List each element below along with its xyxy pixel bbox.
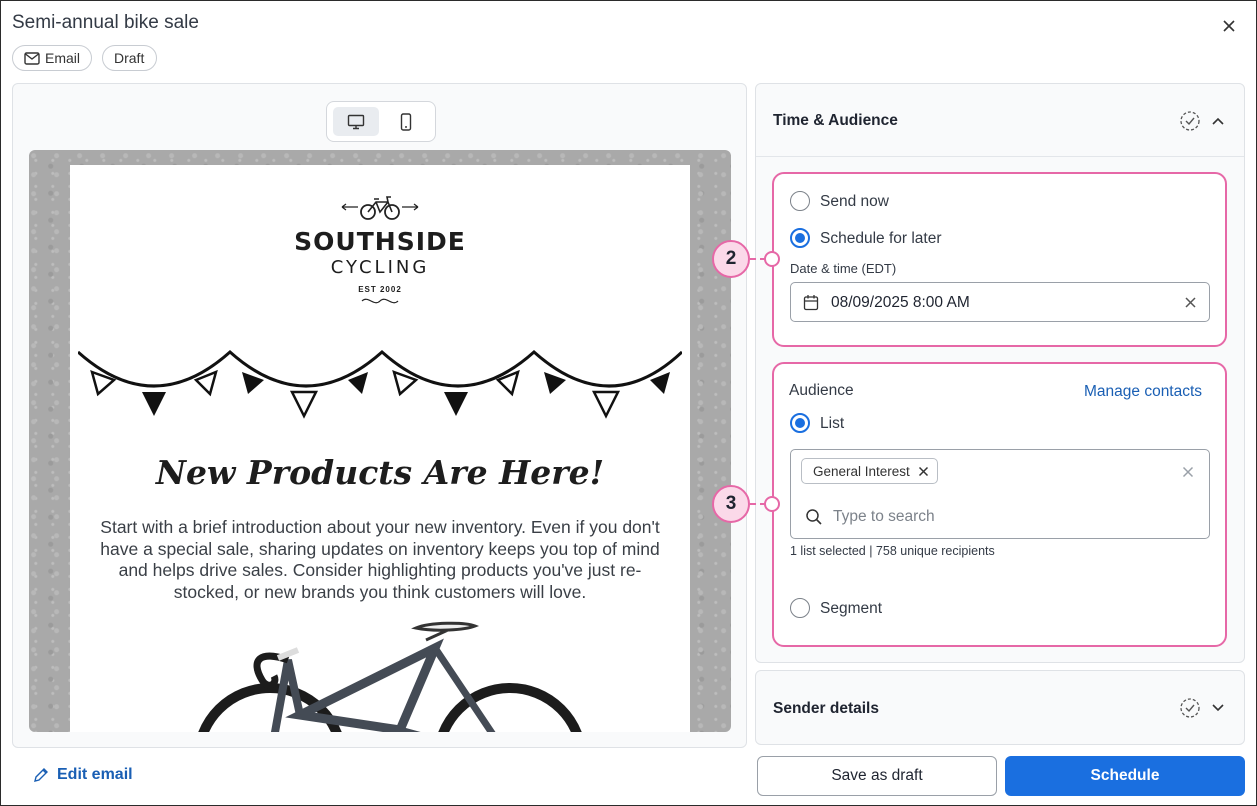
page-title: Semi-annual bike sale xyxy=(12,12,199,33)
list-radio-label: List xyxy=(820,415,845,432)
schedule-later-radio[interactable] xyxy=(790,228,810,248)
schedule-later-label: Schedule for later xyxy=(820,230,942,247)
road-bike-image xyxy=(198,621,582,732)
date-time-value: 08/09/2025 8:00 AM xyxy=(831,294,970,311)
segment-label: Segment xyxy=(820,600,883,617)
check-circle-icon xyxy=(1180,111,1200,131)
sender-details-title: Sender details xyxy=(773,700,879,717)
email-preview-panel: SOUTHSIDE CYCLING EST 2002 New Products … xyxy=(12,83,747,748)
segment-radio[interactable] xyxy=(790,598,810,618)
list-tag: General Interest xyxy=(801,458,938,484)
callout-anchor xyxy=(764,251,780,267)
manage-contacts-link[interactable]: Manage contacts xyxy=(1084,383,1202,401)
send-now-label: Send now xyxy=(820,193,889,210)
email-body-text: Start with a brief introduction about yo… xyxy=(100,517,660,602)
check-circle-icon xyxy=(1180,698,1200,718)
calendar-icon xyxy=(803,295,819,311)
save-draft-button[interactable]: Save as draft xyxy=(757,756,997,796)
type-chip: Email xyxy=(12,45,92,71)
date-time-label: Date & time (EDT) xyxy=(790,261,897,276)
pencil-icon xyxy=(34,768,48,782)
remove-tag-icon[interactable] xyxy=(918,466,929,477)
email-canvas: SOUTHSIDE CYCLING EST 2002 New Products … xyxy=(70,165,690,732)
callout-anchor xyxy=(764,496,780,512)
status-chip: Draft xyxy=(102,45,157,71)
list-search-input[interactable]: Type to search xyxy=(833,508,935,526)
list-tag-label: General Interest xyxy=(813,463,910,479)
chevron-down-icon[interactable] xyxy=(1211,703,1225,713)
time-audience-header[interactable]: Time & Audience xyxy=(756,84,1244,157)
email-headline: New Products Are Here! xyxy=(155,453,605,492)
time-audience-title: Time & Audience xyxy=(773,112,898,129)
date-time-field[interactable]: 08/09/2025 8:00 AM xyxy=(790,282,1210,322)
type-chip-label: Email xyxy=(44,50,80,66)
mobile-icon xyxy=(400,112,412,131)
search-icon xyxy=(806,509,822,525)
bicycle-logo-icon xyxy=(341,196,419,220)
audience-label: Audience xyxy=(789,382,854,399)
callout-badge-3: 3 xyxy=(712,485,750,523)
logo-est: EST 2002 xyxy=(358,285,402,294)
edit-email-label: Edit email xyxy=(57,766,133,783)
bunting-banner-icon xyxy=(78,350,682,419)
desktop-icon xyxy=(347,114,365,129)
envelope-icon xyxy=(24,51,40,65)
email-background: SOUTHSIDE CYCLING EST 2002 New Products … xyxy=(29,150,731,732)
list-selector[interactable]: General Interest Type to search xyxy=(790,449,1210,539)
send-now-radio[interactable] xyxy=(790,191,810,211)
chevron-up-icon[interactable] xyxy=(1211,116,1225,126)
list-radio[interactable] xyxy=(790,413,810,433)
device-toggle xyxy=(326,101,436,142)
desktop-view-button[interactable] xyxy=(333,107,379,136)
clear-date-icon[interactable] xyxy=(1184,296,1197,309)
mobile-view-button[interactable] xyxy=(383,107,429,136)
logo-flourish-icon xyxy=(361,298,399,304)
close-icon[interactable] xyxy=(1220,17,1238,35)
logo-text: SOUTHSIDE xyxy=(294,227,466,256)
recipient-summary: 1 list selected | 758 unique recipients xyxy=(790,544,995,558)
edit-email-link[interactable]: Edit email xyxy=(33,766,133,784)
clear-list-icon[interactable] xyxy=(1182,466,1194,478)
schedule-button[interactable]: Schedule xyxy=(1005,756,1245,796)
logo-subtext: CYCLING xyxy=(330,257,430,278)
sender-details-panel[interactable]: Sender details xyxy=(755,670,1245,745)
status-chip-label: Draft xyxy=(114,50,145,66)
callout-badge-2: 2 xyxy=(712,240,750,278)
